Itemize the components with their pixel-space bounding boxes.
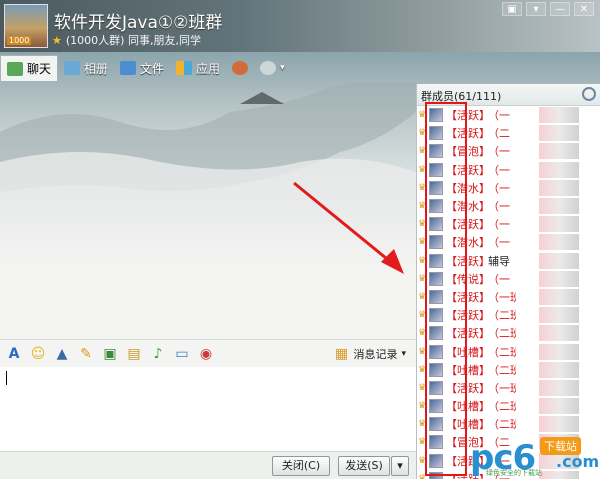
- member-name: （一: [488, 163, 510, 177]
- member-name: （一: [488, 236, 510, 250]
- member-name: （一班: [488, 290, 516, 304]
- blurred-name: [539, 161, 579, 178]
- blurred-name: [539, 470, 579, 479]
- member-name: （二班: [488, 345, 516, 359]
- star-icon: ★: [52, 34, 62, 47]
- font-icon[interactable]: A: [6, 346, 22, 362]
- member-name: （二班: [488, 327, 516, 341]
- doc-icon[interactable]: ▤: [126, 346, 142, 362]
- title-bar: 1000 软件开发Java①②班群 ★ (1000人群) 同事,朋友,同学 ▣ ▾…: [0, 0, 600, 52]
- blurred-name: [539, 216, 579, 233]
- tab-album-label: 相册: [84, 61, 109, 76]
- history-label: 消息记录: [353, 347, 398, 361]
- smiley-icon[interactable]: ☺: [30, 346, 46, 362]
- search-icon[interactable]: [582, 87, 596, 101]
- blurred-name: [539, 234, 579, 251]
- member-name: （二班: [488, 418, 516, 432]
- blurred-name: [539, 252, 579, 269]
- skin-button[interactable]: ▣: [502, 2, 522, 16]
- watermark-domain: .com: [556, 452, 600, 471]
- video-icon[interactable]: ◉: [198, 346, 214, 362]
- member-name: （一: [488, 200, 510, 214]
- member-name: （二班: [488, 309, 516, 323]
- blurred-name: [539, 398, 579, 415]
- blurred-name: [539, 288, 579, 305]
- music-icon[interactable]: ♪: [150, 346, 166, 362]
- group-size-tag: 1000: [7, 36, 32, 45]
- tab-chat[interactable]: 聊天: [0, 55, 59, 81]
- blurred-name: [539, 361, 579, 378]
- album-icon: [64, 61, 81, 75]
- member-name: （一: [488, 181, 510, 195]
- folder-icon: [120, 61, 137, 75]
- send-options-button[interactable]: ▾: [391, 456, 409, 476]
- note-icon[interactable]: ✎: [78, 346, 94, 362]
- screen-icon[interactable]: ▭: [174, 346, 190, 362]
- settings-button[interactable]: ▾: [254, 55, 291, 81]
- highlight-box: [425, 102, 467, 476]
- chevron-down-icon: ▾: [280, 63, 285, 73]
- tab-chat-label: 聊天: [27, 62, 52, 76]
- tab-files[interactable]: 文件: [114, 55, 170, 81]
- chat-message-area[interactable]: [0, 82, 416, 337]
- history-icon: ▦: [334, 345, 349, 362]
- member-name: （一: [488, 218, 510, 232]
- blurred-name: [539, 107, 579, 124]
- apps-icon: [176, 61, 193, 75]
- message-history-button[interactable]: ▦ 消息记录 ▾: [333, 346, 406, 362]
- minimize-button[interactable]: —: [550, 2, 570, 16]
- member-name: （一: [488, 272, 510, 286]
- member-name: （二班: [488, 363, 516, 377]
- watermark-slogan: 绿色安全的下载站: [486, 469, 542, 477]
- member-name: （一: [488, 145, 510, 159]
- group-avatar[interactable]: 1000: [4, 4, 48, 48]
- shake-icon[interactable]: ▲: [54, 346, 70, 362]
- blurred-name: [539, 179, 579, 196]
- tab-album[interactable]: 相册: [58, 55, 114, 81]
- group-title: 软件开发Java①②班群: [54, 13, 223, 33]
- close-button[interactable]: 关闭(C): [272, 456, 330, 476]
- blurred-name: [539, 379, 579, 396]
- blurred-name: [539, 307, 579, 324]
- member-name: （二班: [488, 400, 516, 414]
- message-input[interactable]: [0, 367, 416, 451]
- toolbar: 聊天 相册 文件 应用 ▾: [0, 54, 600, 82]
- gear-icon: [260, 61, 277, 75]
- blurred-name: [539, 270, 579, 287]
- add-user-icon: [232, 61, 249, 75]
- chat-icon: [7, 61, 23, 76]
- member-name: （一班: [488, 381, 516, 395]
- close-window-button[interactable]: ✕: [574, 2, 594, 16]
- send-button[interactable]: 发送(S): [338, 456, 390, 476]
- blurred-name: [539, 343, 579, 360]
- blurred-name: [539, 125, 579, 142]
- image-icon[interactable]: ▣: [102, 346, 118, 362]
- blurred-name: [539, 416, 579, 433]
- tab-apps-label: 应用: [196, 61, 221, 76]
- window-controls: ▣ ▾ — ✕: [502, 2, 594, 16]
- member-name: 辅导: [488, 254, 510, 268]
- group-subtitle: ★ (1000人群) 同事,朋友,同学: [52, 32, 201, 48]
- blurred-name: [539, 198, 579, 215]
- text-caret: [6, 371, 7, 385]
- format-toolbar: A ☺ ▲ ✎ ▣ ▤ ♪ ▭ ◉ ▦ 消息记录 ▾: [0, 339, 416, 367]
- member-name: （二: [488, 127, 510, 141]
- tab-files-label: 文件: [140, 61, 165, 76]
- blurred-name: [539, 143, 579, 160]
- blurred-name: [539, 325, 579, 342]
- add-member-button[interactable]: [226, 55, 254, 81]
- group-subtitle-text: (1000人群) 同事,朋友,同学: [65, 34, 201, 47]
- menu-button[interactable]: ▾: [526, 2, 546, 16]
- chevron-down-icon: ▾: [401, 348, 406, 359]
- member-name: （一: [488, 109, 510, 123]
- bottom-bar: 关闭(C) 发送(S) ▾: [0, 451, 416, 479]
- tab-apps[interactable]: 应用: [170, 55, 226, 81]
